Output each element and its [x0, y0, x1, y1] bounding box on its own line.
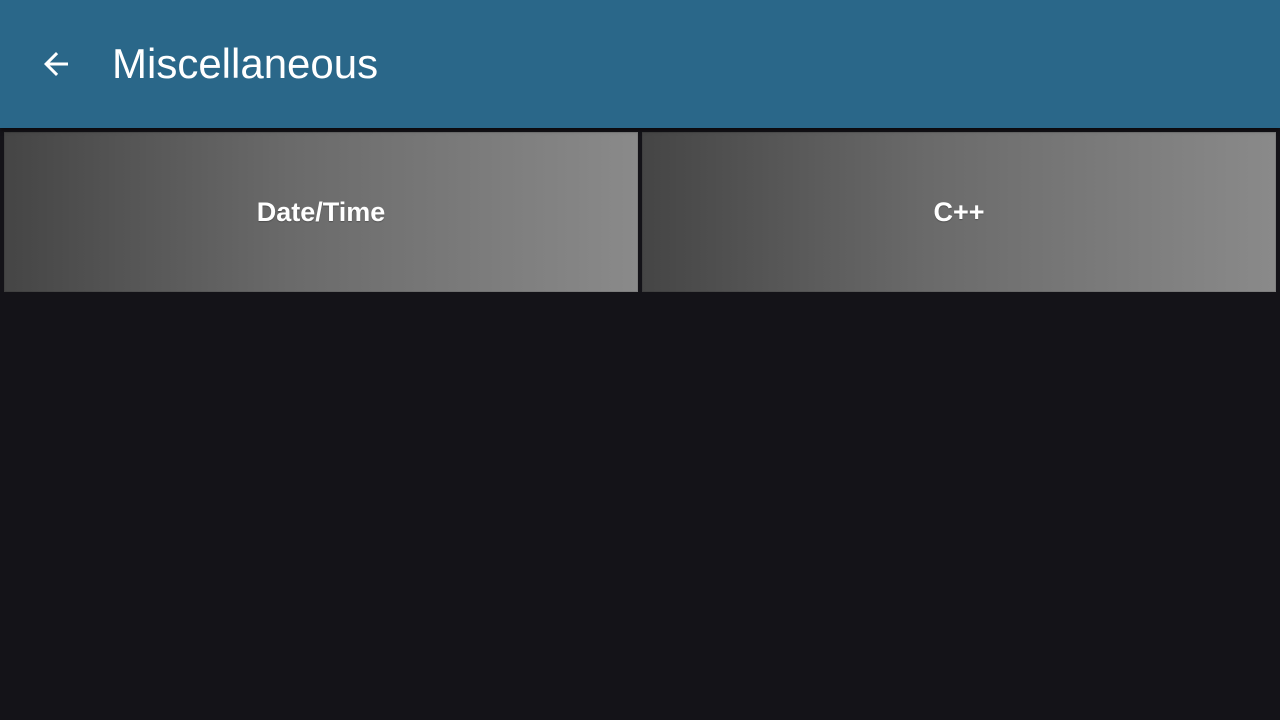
app-bar: Miscellaneous [0, 0, 1280, 128]
arrow-left-icon [38, 46, 74, 82]
tile-label: Date/Time [256, 196, 386, 227]
tile-date-time[interactable]: Date/Time [4, 132, 638, 292]
content-area [0, 294, 1280, 720]
page-title: Miscellaneous [112, 40, 379, 87]
back-button[interactable] [24, 32, 88, 96]
tile-label: C++ [933, 196, 985, 227]
category-grid: Date/Time C++ [0, 128, 1280, 294]
tile-cpp[interactable]: C++ [642, 132, 1276, 292]
